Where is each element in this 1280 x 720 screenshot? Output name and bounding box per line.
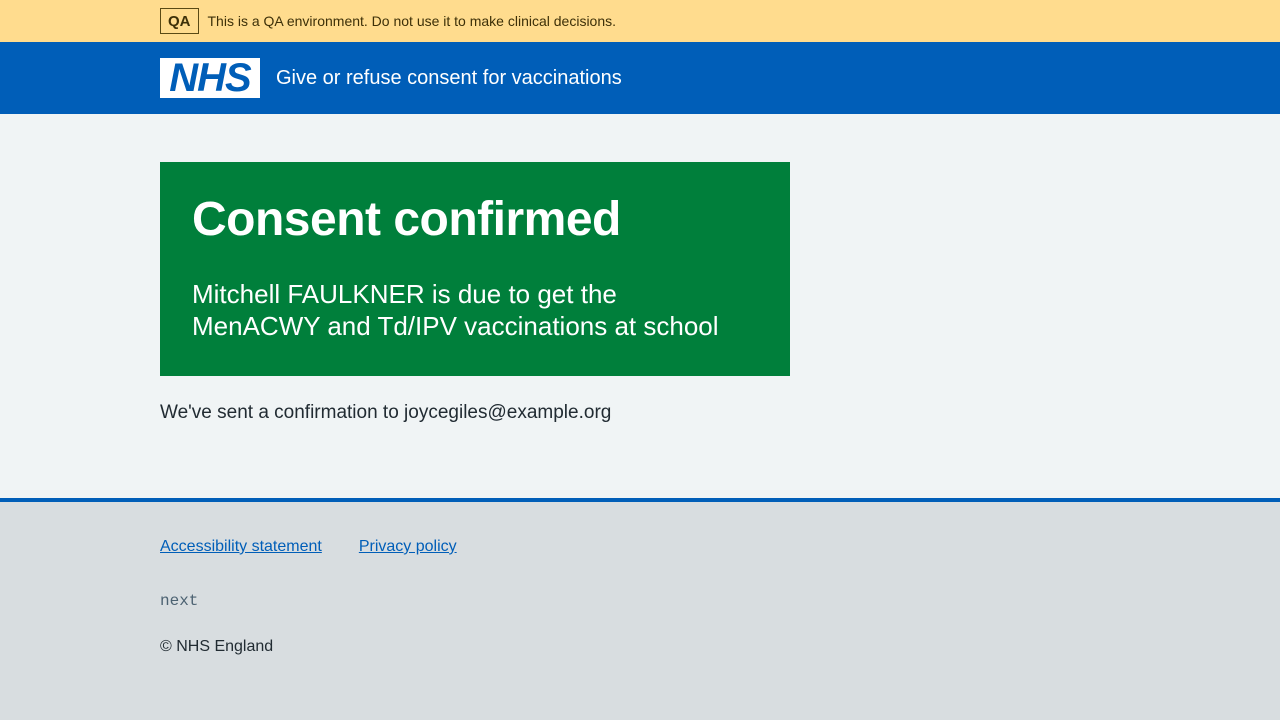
site-footer: Accessibility statement Privacy policy n… xyxy=(0,498,1280,720)
nhs-logo[interactable]: NHS xyxy=(160,58,260,98)
panel-title: Consent confirmed xyxy=(192,193,621,246)
version-label: next xyxy=(160,592,199,610)
nhs-logo-text: NHS xyxy=(169,56,251,100)
confirmation-panel: Consent confirmed Mitchell FAULKNER is d… xyxy=(160,162,790,376)
confirmation-message: We've sent a confirmation to joycegiles@… xyxy=(160,402,612,423)
site-header: NHS Give or refuse consent for vaccinati… xyxy=(0,42,1280,114)
panel-body: Mitchell FAULKNER is due to get the MenA… xyxy=(192,279,719,341)
environment-message: This is a QA environment. Do not use it … xyxy=(207,13,617,29)
copyright: © NHS England xyxy=(160,638,274,655)
service-name[interactable]: Give or refuse consent for vaccinations xyxy=(276,68,622,88)
privacy-policy-link[interactable]: Privacy policy xyxy=(359,538,457,556)
accessibility-statement-link[interactable]: Accessibility statement xyxy=(160,538,322,556)
environment-banner: QA This is a QA environment. Do not use … xyxy=(0,0,1280,42)
environment-tag: QA xyxy=(160,8,199,34)
main-content: Consent confirmed Mitchell FAULKNER is d… xyxy=(0,114,1280,498)
footer-links: Accessibility statement Privacy policy xyxy=(160,538,1280,556)
